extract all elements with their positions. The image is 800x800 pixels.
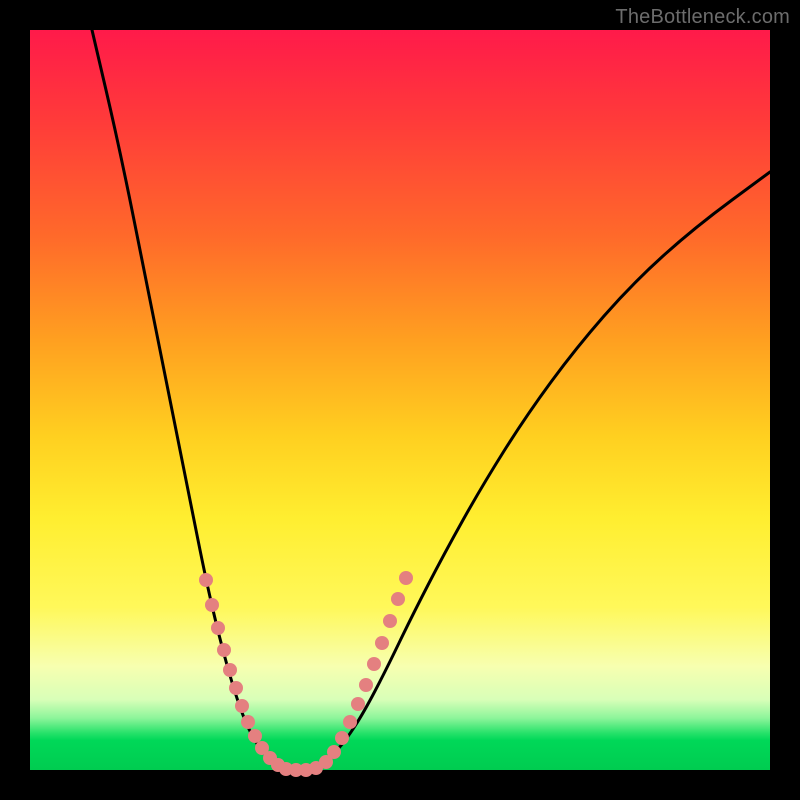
- marker-dot: [229, 681, 243, 695]
- watermark-label: TheBottleneck.com: [615, 6, 790, 29]
- marker-dot: [335, 731, 349, 745]
- chart-frame: TheBottleneck.com: [0, 0, 800, 800]
- curve-svg: [30, 30, 770, 770]
- marker-dot: [199, 573, 213, 587]
- marker-dot: [367, 657, 381, 671]
- marker-dot: [375, 636, 389, 650]
- marker-dot: [383, 614, 397, 628]
- curve-paths: [92, 30, 770, 770]
- marker-dot: [391, 592, 405, 606]
- marker-dot: [217, 643, 231, 657]
- marker-dot: [241, 715, 255, 729]
- marker-dot: [235, 699, 249, 713]
- marker-dot: [248, 729, 262, 743]
- marker-dot: [205, 598, 219, 612]
- marker-dot: [351, 697, 365, 711]
- series-right-arm: [316, 172, 770, 768]
- marker-dot: [327, 745, 341, 759]
- series-left-arm: [92, 30, 282, 768]
- marker-dot: [343, 715, 357, 729]
- marker-dot: [359, 678, 373, 692]
- plot-area: [30, 30, 770, 770]
- marker-dot: [399, 571, 413, 585]
- marker-dot: [223, 663, 237, 677]
- curve-markers: [199, 571, 413, 777]
- marker-dot: [211, 621, 225, 635]
